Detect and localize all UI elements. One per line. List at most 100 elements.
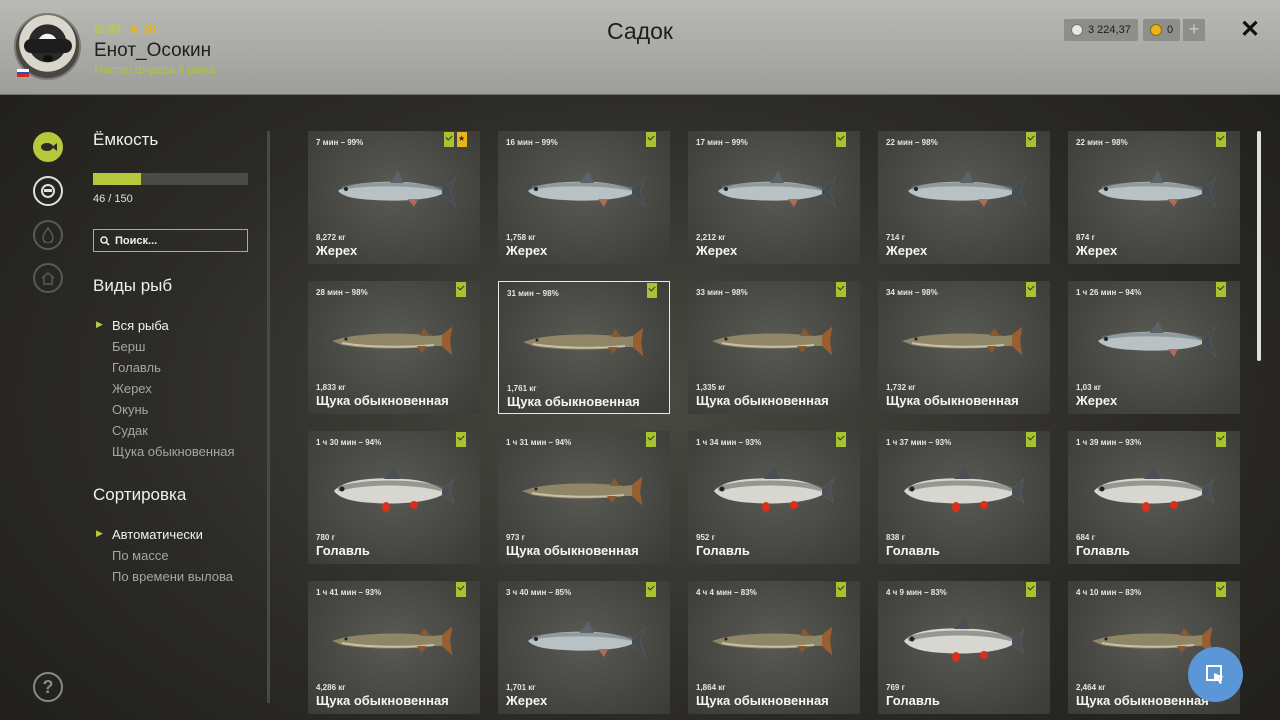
sort-option[interactable]: По времени вылова <box>112 569 233 590</box>
species-title: Виды рыб <box>93 276 173 295</box>
checked-badge-icon[interactable] <box>456 432 466 447</box>
checked-badge-icon[interactable] <box>646 432 656 447</box>
fish-card[interactable]: 7 мин – 99% 8,272 кгЖерех <box>308 131 480 264</box>
fish-image <box>1098 171 1216 207</box>
fish-card[interactable]: 22 мин – 98% 714 г Жерех <box>878 131 1050 264</box>
catch-time-freshness: 1 ч 26 мин – 94% <box>1076 288 1142 297</box>
fish-weight: 1,833 кг <box>316 383 346 392</box>
fish-name: Голавль <box>696 543 750 558</box>
fish-weight: 1,864 кг <box>696 683 726 692</box>
fish-name: Жерех <box>1076 393 1118 408</box>
checked-badge-icon[interactable] <box>444 132 454 147</box>
fish-weight: 952 г <box>696 533 715 542</box>
capacity-fill <box>93 173 141 185</box>
catch-time-freshness: 1 ч 30 мин – 94% <box>316 438 382 447</box>
fish-card[interactable]: 1 ч 41 мин – 93% 4,286 кг Щука обыкновенн… <box>308 581 480 714</box>
fish-weight: 1,701 кг <box>506 683 536 692</box>
fish-image <box>338 171 456 207</box>
fish-card[interactable]: 4 ч 9 мин – 83% 769 г Голавль <box>878 581 1050 714</box>
scrollbar[interactable] <box>1257 131 1261 361</box>
fish-card[interactable]: 16 мин – 99% 1,758 кг Жерех <box>498 131 670 264</box>
checked-badge-icon[interactable] <box>836 132 846 147</box>
fish-image <box>714 467 834 512</box>
checked-badge-icon[interactable] <box>1216 132 1226 147</box>
fish-image <box>712 627 832 655</box>
fish-card[interactable]: 31 мин – 98% 1,761 кг Щука обыкновенная <box>498 281 670 414</box>
checked-badge-icon[interactable] <box>1026 132 1036 147</box>
fish-image <box>332 327 452 355</box>
fish-card[interactable]: 1 ч 30 мин – 94% 780 г Голавль <box>308 431 480 564</box>
fish-card[interactable]: 33 мин – 98% 1,335 кг Щука обыкновенная <box>688 281 860 414</box>
fish-card[interactable]: 17 мин – 99% 2,212 кг Жерех <box>688 131 860 264</box>
fish-card[interactable]: 1 ч 39 мин – 93% 684 г Голавль <box>1068 431 1240 564</box>
catch-time-freshness: 7 мин – 99% <box>316 138 364 147</box>
search-icon <box>100 235 110 246</box>
cursor-mode-button[interactable] <box>1188 647 1243 702</box>
checked-badge-icon[interactable] <box>836 282 846 297</box>
search-placeholder: Поиск... <box>115 234 158 247</box>
checked-badge-icon[interactable] <box>456 582 466 597</box>
checked-badge-icon[interactable] <box>1026 282 1036 297</box>
checked-badge-icon[interactable] <box>1026 432 1036 447</box>
fish-card[interactable]: 1 ч 37 мин – 93% 838 г Голавль <box>878 431 1050 564</box>
checked-badge-icon[interactable] <box>1216 432 1226 447</box>
fish-name: Щука обыкновенная <box>696 693 829 708</box>
species-option[interactable]: Берш <box>112 339 235 360</box>
fish-card[interactable]: 28 мин – 98% 1,833 кг Щука обыкновенная <box>308 281 480 414</box>
species-option[interactable]: Вся рыба <box>96 318 235 339</box>
fish-image <box>332 627 452 655</box>
fish-name: Голавль <box>316 543 370 558</box>
fish-weight: 1,732 кг <box>886 383 916 392</box>
sort-option[interactable]: Автоматически <box>96 527 233 548</box>
search-input[interactable]: Поиск... <box>93 229 248 252</box>
fish-weight: 1,758 кг <box>506 233 536 242</box>
fish-image <box>523 328 643 356</box>
checked-badge-icon[interactable] <box>1216 282 1226 297</box>
fish-name: Голавль <box>886 543 940 558</box>
fish-weight: 838 г <box>886 533 905 542</box>
catch-time-freshness: 1 ч 34 мин – 93% <box>696 438 762 447</box>
catch-time-freshness: 22 мин – 98% <box>886 138 938 147</box>
fish-card[interactable]: 1 ч 26 мин – 94% 1,03 кг Жерех <box>1068 281 1240 414</box>
keepnet-tab-fish-icon[interactable] <box>33 132 63 162</box>
checked-badge-icon[interactable] <box>456 282 466 297</box>
fish-card[interactable]: 1 ч 31 мин – 94% 973 г Щука обыкновенная <box>498 431 670 564</box>
fish-card[interactable]: 34 мин – 98% 1,732 кг Щука обыкновенная <box>878 281 1050 414</box>
species-option[interactable]: Судак <box>112 423 235 444</box>
sort-option[interactable]: По массе <box>112 548 233 569</box>
checked-badge-icon[interactable] <box>1216 582 1226 597</box>
close-button[interactable]: ✕ <box>1238 18 1262 42</box>
fish-image <box>334 467 454 512</box>
add-gold-button[interactable]: + <box>1183 19 1205 41</box>
fish-name: Голавль <box>1076 543 1130 558</box>
help-button[interactable]: ? <box>33 672 63 702</box>
catch-time-freshness: 1 ч 31 мин – 94% <box>506 438 572 447</box>
fish-name: Жерех <box>1076 243 1118 258</box>
home-tab-icon[interactable] <box>33 263 63 293</box>
checked-badge-icon[interactable] <box>836 432 846 447</box>
fish-weight: 1,03 кг <box>1076 383 1102 392</box>
fish-card[interactable]: 1 ч 34 мин – 93% 952 г Голавль <box>688 431 860 564</box>
species-option[interactable]: Щука обыкновенная <box>112 444 235 465</box>
favorite-star-icon[interactable] <box>457 132 467 147</box>
checked-badge-icon[interactable] <box>1026 582 1036 597</box>
catch-time-freshness: 1 ч 39 мин – 93% <box>1076 438 1142 447</box>
checked-badge-icon[interactable] <box>646 582 656 597</box>
fish-card[interactable]: 3 ч 40 мин – 85% 1,701 кг Жерех <box>498 581 670 714</box>
fish-name: Жерех <box>696 243 738 258</box>
species-option[interactable]: Жерех <box>112 381 235 402</box>
fish-card[interactable]: 4 ч 4 мин – 83% 1,864 кг Щука обыкновенна… <box>688 581 860 714</box>
checked-badge-icon[interactable] <box>646 132 656 147</box>
fish-weight: 973 г <box>506 533 525 542</box>
fish-weight: 1,761 кг <box>507 384 537 393</box>
checked-badge-icon[interactable] <box>836 582 846 597</box>
catch-time-freshness: 16 мин – 99% <box>506 138 558 147</box>
species-option[interactable]: Голавль <box>112 360 235 381</box>
raccoon-tab-icon[interactable] <box>33 176 63 206</box>
fish-name: Жерех <box>506 693 548 708</box>
capacity-text: 46 / 150 <box>93 193 133 205</box>
fire-tab-icon[interactable] <box>33 220 63 250</box>
fish-card[interactable]: 22 мин – 98% 874 г Жерех <box>1068 131 1240 264</box>
checked-badge-icon[interactable] <box>647 283 657 298</box>
species-option[interactable]: Окунь <box>112 402 235 423</box>
